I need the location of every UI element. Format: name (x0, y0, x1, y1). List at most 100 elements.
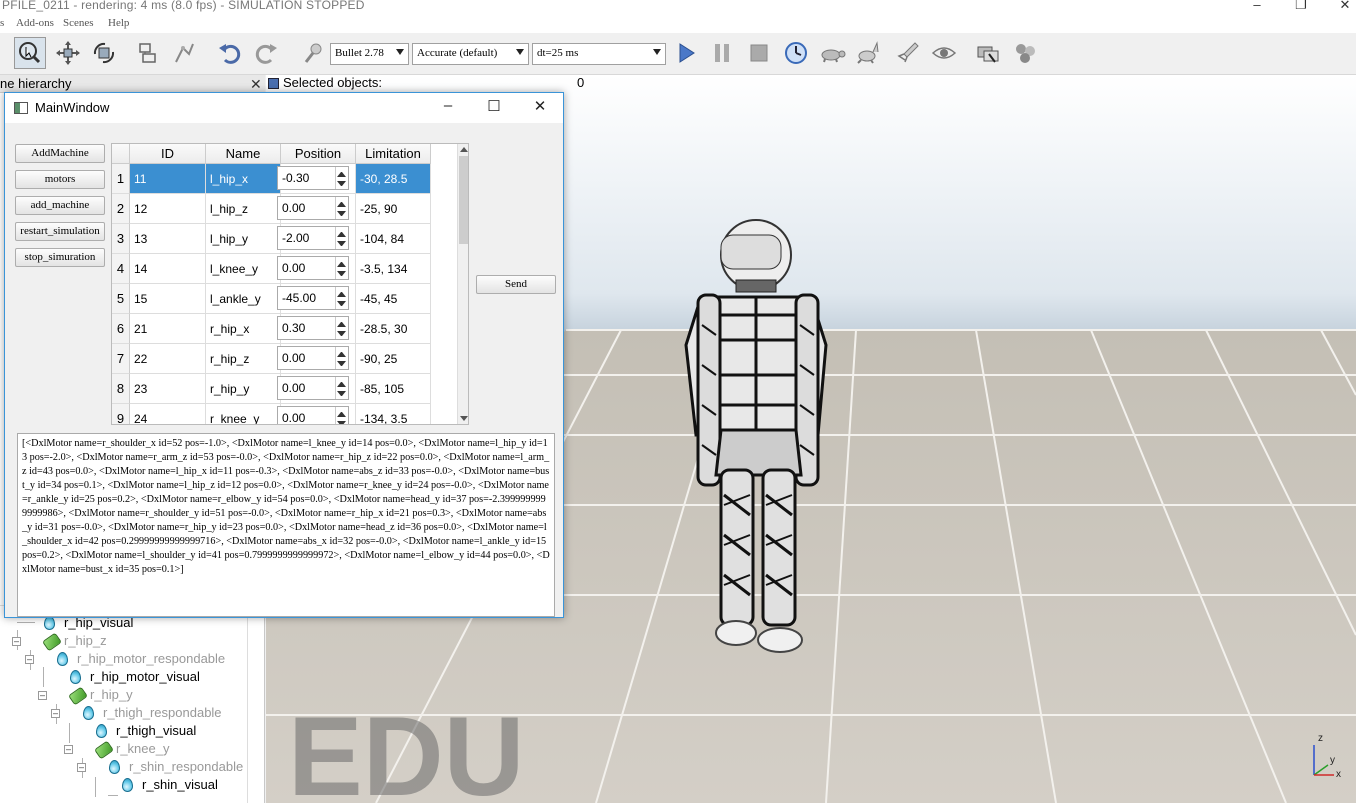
menu-edge[interactable]: s (0, 17, 4, 29)
tree-item[interactable]: r_shin_respondable (109, 759, 243, 777)
add-machine-alt-button[interactable]: add_machine (15, 196, 105, 215)
menu-addons[interactable]: Add-ons (16, 17, 54, 29)
row-header[interactable]: 8 (112, 374, 130, 404)
position-spinbox[interactable]: 0.00 (277, 406, 349, 424)
minimize-icon[interactable]: – (1234, 0, 1280, 15)
table-cell-id[interactable]: 11 (130, 164, 206, 194)
stop-simulation-button[interactable]: stop_simuration (15, 248, 105, 267)
pause-icon[interactable] (706, 37, 738, 69)
table-cell-name[interactable]: r_hip_y (206, 374, 281, 404)
position-spinbox[interactable]: -2.00 (277, 226, 349, 250)
send-button[interactable]: Send (476, 275, 556, 294)
spin-down-icon[interactable] (337, 301, 346, 306)
table-cell-name[interactable]: l_hip_x (206, 164, 281, 194)
collapse-toggle-icon[interactable]: – (64, 745, 73, 754)
restart-simulation-button[interactable]: restart_simulation (15, 222, 105, 241)
spin-down-icon[interactable] (337, 421, 346, 424)
table-cell-id[interactable]: 22 (130, 344, 206, 374)
position-spinbox[interactable]: 0.00 (277, 376, 349, 400)
position-spinbox[interactable]: 0.00 (277, 256, 349, 280)
thread-rendering-rocket-icon[interactable] (892, 37, 924, 69)
table-cell-id[interactable]: 21 (130, 314, 206, 344)
scroll-down-icon[interactable] (460, 416, 468, 421)
collapse-toggle-icon[interactable]: – (38, 691, 47, 700)
maximize-icon[interactable]: ❐ (1278, 0, 1324, 15)
tree-item[interactable]: r_hip_y (68, 686, 133, 706)
spin-up-icon[interactable] (337, 232, 346, 237)
scrollbar-thumb[interactable] (459, 156, 468, 244)
scroll-up-icon[interactable] (460, 147, 468, 152)
tree-item[interactable]: r_shin_visual (122, 777, 218, 795)
minimize-icon[interactable]: – (433, 97, 463, 119)
tree-item[interactable]: r_knee_y (94, 740, 169, 760)
row-header[interactable]: 5 (112, 284, 130, 314)
spin-up-icon[interactable] (337, 262, 346, 267)
close-icon[interactable]: ✕ (525, 97, 555, 119)
accuracy-select[interactable]: Accurate (default) (412, 43, 529, 65)
table-cell-name[interactable]: l_hip_y (206, 224, 281, 254)
page-selector-icon[interactable] (972, 37, 1004, 69)
row-header[interactable]: 7 (112, 344, 130, 374)
timestep-select[interactable]: dt=25 ms (532, 43, 666, 65)
table-cell-limitation[interactable]: -90, 25 (356, 344, 431, 374)
add-machine-button[interactable]: AddMachine (15, 144, 105, 163)
object-rotate-icon[interactable] (88, 37, 120, 69)
spin-down-icon[interactable] (337, 361, 346, 366)
table-cell-id[interactable]: 15 (130, 284, 206, 314)
table-cell-name[interactable]: l_knee_y (206, 254, 281, 284)
row-header[interactable]: 2 (112, 194, 130, 224)
row-header[interactable]: 3 (112, 224, 130, 254)
transfer-dna-icon[interactable] (168, 37, 200, 69)
table-cell-name[interactable]: l_ankle_y (206, 284, 281, 314)
menu-scenes[interactable]: Scenes (63, 17, 94, 29)
table-cell-name[interactable]: l_hip_z (206, 194, 281, 224)
play-icon[interactable] (670, 37, 702, 69)
table-cell-id[interactable]: 12 (130, 194, 206, 224)
stop-icon[interactable] (743, 37, 775, 69)
spin-down-icon[interactable] (337, 241, 346, 246)
slow-down-turtle-icon[interactable] (816, 37, 848, 69)
assemble-icon[interactable] (132, 37, 164, 69)
tree-item[interactable]: r_hip_motor_respondable (57, 651, 225, 669)
close-icon[interactable]: ✕ (1322, 0, 1356, 15)
table-scrollbar[interactable] (457, 144, 468, 424)
object-shift-icon[interactable] (52, 37, 84, 69)
spin-down-icon[interactable] (337, 211, 346, 216)
motors-button[interactable]: motors (15, 170, 105, 189)
spin-down-icon[interactable] (337, 331, 346, 336)
table-cell-limitation[interactable]: -28.5, 30 (356, 314, 431, 344)
table-cell-limitation[interactable]: -25, 90 (356, 194, 431, 224)
visualization-eye-icon[interactable] (928, 37, 960, 69)
motor-output-text[interactable]: [<DxlMotor name=r_shoulder_x id=52 pos=-… (17, 433, 555, 617)
tree-item[interactable]: r_hip_motor_visual (70, 669, 200, 687)
row-header[interactable]: 6 (112, 314, 130, 344)
spin-up-icon[interactable] (337, 322, 346, 327)
table-cell-limitation[interactable]: -3.5, 134 (356, 254, 431, 284)
spin-down-icon[interactable] (337, 391, 346, 396)
undo-icon[interactable] (214, 37, 246, 69)
spin-down-icon[interactable] (337, 181, 346, 186)
table-cell-id[interactable]: 24 (130, 404, 206, 424)
row-header[interactable]: 1 (112, 164, 130, 194)
row-header[interactable]: 9 (112, 404, 130, 424)
spin-up-icon[interactable] (337, 352, 346, 357)
collapse-toggle-icon[interactable]: – (12, 637, 21, 646)
speed-up-rabbit-icon[interactable] (853, 37, 885, 69)
close-icon[interactable]: ✕ (250, 76, 262, 93)
position-spinbox[interactable]: -0.30 (277, 166, 349, 190)
position-spinbox[interactable]: 0.00 (277, 346, 349, 370)
realtime-clock-icon[interactable] (780, 37, 812, 69)
position-spinbox[interactable]: 0.00 (277, 196, 349, 220)
table-cell-limitation[interactable]: -85, 105 (356, 374, 431, 404)
tree-item[interactable]: r_hip_z (42, 632, 107, 652)
column-header-id[interactable]: ID (130, 144, 206, 164)
physics-engine-select[interactable]: Bullet 2.78 (330, 43, 409, 65)
scene-selector-icon[interactable] (1010, 37, 1042, 69)
table-cell-id[interactable]: 13 (130, 224, 206, 254)
position-spinbox[interactable]: -45.00 (277, 286, 349, 310)
column-header-position[interactable]: Position (281, 144, 356, 164)
table-cell-limitation[interactable]: -134, 3.5 (356, 404, 431, 424)
tree-item[interactable]: r_thigh_visual (96, 723, 196, 741)
dynamics-icon[interactable] (298, 37, 330, 69)
column-header-name[interactable]: Name (206, 144, 281, 164)
